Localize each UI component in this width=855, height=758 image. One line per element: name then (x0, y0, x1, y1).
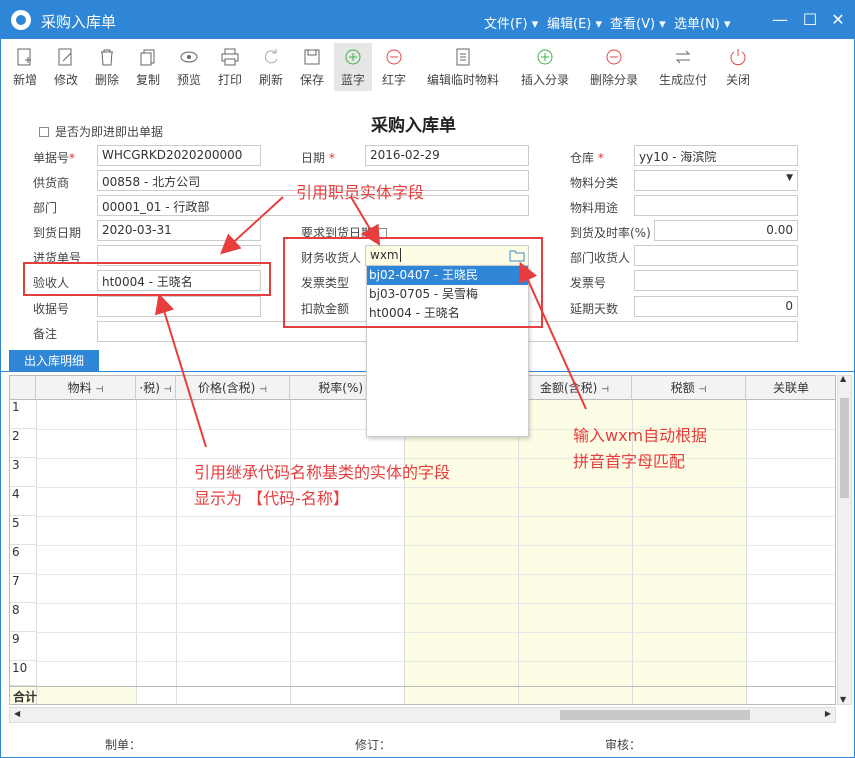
window: 采购入库单 文件(F) ▾ 编辑(E) ▾ 查看(V) ▾ 选单(N) ▾ — … (0, 0, 855, 758)
annotation-arrows (154, 196, 587, 448)
